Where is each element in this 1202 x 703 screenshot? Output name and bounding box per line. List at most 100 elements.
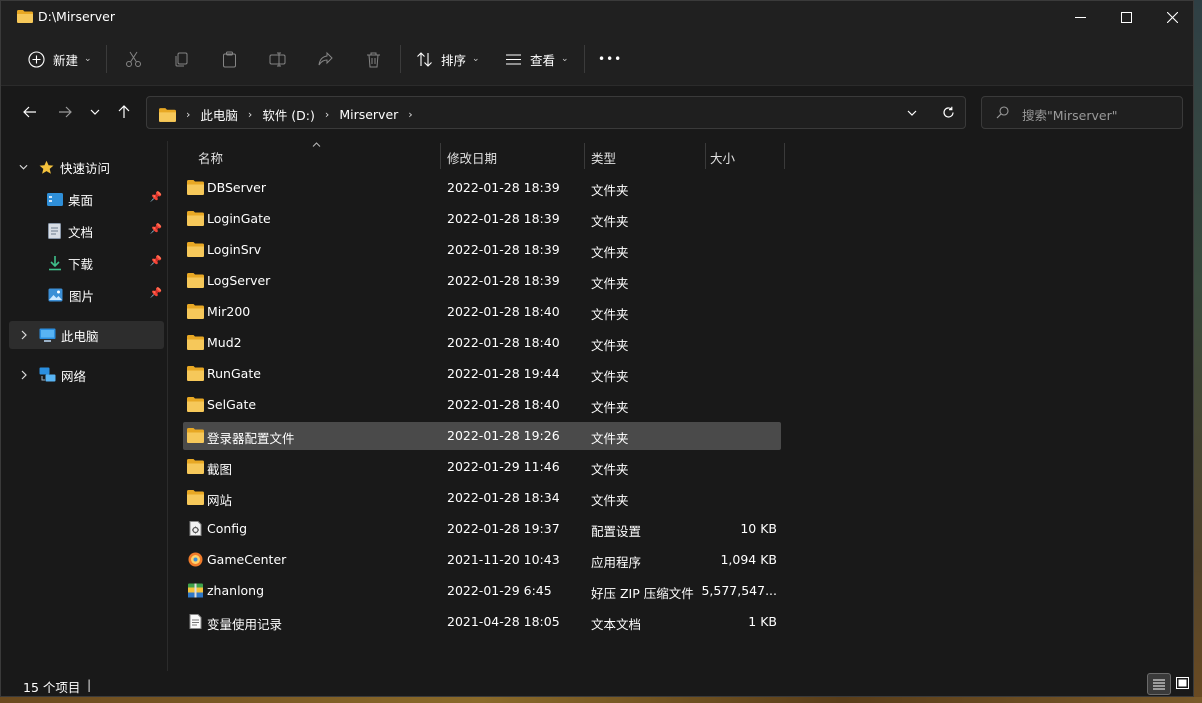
file-row[interactable]: 登录器配置文件 2022-01-28 19:26 文件夹 bbox=[183, 422, 781, 450]
file-name: 变量使用记录 bbox=[207, 617, 283, 632]
cut-button[interactable] bbox=[125, 43, 142, 75]
view-label: 查看 bbox=[530, 52, 556, 68]
details-view-button[interactable] bbox=[1147, 673, 1171, 695]
file-modified-date: 2021-04-28 18:05 bbox=[447, 614, 560, 629]
more-icon: ••• bbox=[598, 52, 623, 66]
file-row[interactable]: Config 2022-01-28 19:37 配置设置 10 KB bbox=[183, 515, 781, 543]
column-header-size[interactable]: 大小 bbox=[710, 148, 735, 176]
pin-icon[interactable]: 📌 bbox=[150, 256, 162, 267]
file-name: RunGate bbox=[207, 366, 261, 381]
recent-locations-button[interactable] bbox=[83, 100, 107, 124]
file-row[interactable]: 网站 2022-01-28 18:34 文件夹 bbox=[183, 484, 781, 512]
file-size: 5,577,547... bbox=[701, 583, 777, 598]
sort-ascending-icon bbox=[312, 142, 321, 147]
file-size: 10 KB bbox=[740, 521, 777, 536]
file-name: SelGate bbox=[207, 397, 257, 412]
copy-button[interactable] bbox=[173, 43, 190, 75]
divider bbox=[400, 45, 401, 73]
file-row[interactable]: DBServer 2022-01-28 18:39 文件夹 bbox=[183, 174, 781, 202]
sidebar-item-desktop[interactable]: 桌面 📌 bbox=[9, 185, 164, 213]
sidebar-label: 桌面 bbox=[68, 192, 94, 208]
file-row[interactable]: RunGate 2022-01-28 19:44 文件夹 bbox=[183, 360, 781, 388]
file-type: 文件夹 bbox=[591, 183, 629, 198]
column-header-modified[interactable]: 修改日期 bbox=[447, 148, 497, 176]
file-type: 文件夹 bbox=[591, 400, 629, 415]
sidebar-item-quick-access[interactable]: 快速访问 bbox=[9, 153, 164, 181]
rename-button[interactable] bbox=[269, 43, 286, 75]
vertical-scrollbar[interactable] bbox=[1182, 141, 1194, 669]
minimize-button[interactable] bbox=[1057, 1, 1103, 33]
file-name: GameCenter bbox=[207, 552, 287, 567]
file-row[interactable]: LogServer 2022-01-28 18:39 文件夹 bbox=[183, 267, 781, 295]
copy-icon bbox=[175, 52, 188, 66]
column-header-type[interactable]: 类型 bbox=[591, 148, 616, 176]
file-row[interactable]: 截图 2022-01-29 11:46 文件夹 bbox=[183, 453, 781, 481]
file-row[interactable]: 变量使用记录 2021-04-28 18:05 文本文档 1 KB bbox=[183, 608, 781, 636]
address-history-chevron-icon[interactable] bbox=[907, 110, 917, 116]
file-row[interactable]: LoginGate 2022-01-28 18:39 文件夹 bbox=[183, 205, 781, 233]
star-icon bbox=[39, 160, 54, 174]
file-modified-date: 2022-01-28 18:39 bbox=[447, 180, 560, 195]
computer-icon bbox=[39, 328, 56, 342]
maximize-button[interactable] bbox=[1103, 1, 1149, 33]
back-button[interactable] bbox=[18, 100, 42, 124]
column-header-name[interactable]: 名称 bbox=[198, 148, 223, 176]
maximize-icon bbox=[1120, 11, 1132, 23]
desktop-icon bbox=[47, 192, 63, 206]
file-modified-date: 2022-01-29 11:46 bbox=[447, 459, 560, 474]
address-bar[interactable]: › 此电脑 › 软件 (D:) › Mirserver › bbox=[146, 96, 966, 129]
file-row[interactable]: LoginSrv 2022-01-28 18:39 文件夹 bbox=[183, 236, 781, 264]
close-button[interactable] bbox=[1149, 1, 1195, 33]
file-type: 好压 ZIP 压缩文件 bbox=[591, 586, 694, 601]
forward-button[interactable] bbox=[53, 100, 77, 124]
file-row[interactable]: Mud2 2022-01-28 18:40 文件夹 bbox=[183, 329, 781, 357]
column-divider[interactable] bbox=[440, 143, 441, 169]
file-row[interactable]: GameCenter 2021-11-20 10:43 应用程序 1,094 KB bbox=[183, 546, 781, 574]
refresh-icon[interactable] bbox=[942, 106, 955, 119]
sidebar-label: 快速访问 bbox=[60, 160, 111, 176]
pane-splitter[interactable] bbox=[167, 141, 168, 671]
command-bar: 新建 ⌄ 排序 ⌄ 查看 ⌄ ••• bbox=[1, 33, 1193, 86]
sidebar-item-pictures[interactable]: 图片 📌 bbox=[9, 281, 164, 309]
text-file-icon bbox=[189, 614, 202, 629]
file-size: 1 KB bbox=[748, 614, 777, 629]
rename-icon bbox=[269, 52, 286, 66]
folder-icon bbox=[187, 459, 204, 474]
paste-button[interactable] bbox=[221, 43, 238, 75]
sidebar-item-documents[interactable]: 文档 📌 bbox=[9, 217, 164, 245]
pin-icon[interactable]: 📌 bbox=[150, 224, 162, 235]
up-button[interactable] bbox=[112, 100, 136, 124]
file-row[interactable]: SelGate 2022-01-28 18:40 文件夹 bbox=[183, 391, 781, 419]
sort-icon bbox=[417, 51, 432, 67]
breadcrumb-drive-d[interactable]: 软件 (D:) bbox=[262, 105, 315, 124]
breadcrumb-this-pc[interactable]: 此电脑 bbox=[200, 105, 238, 124]
tiles-view-button[interactable] bbox=[1171, 673, 1193, 693]
paste-icon bbox=[223, 51, 236, 67]
share-button[interactable] bbox=[317, 43, 334, 75]
pin-icon[interactable]: 📌 bbox=[150, 192, 162, 203]
new-button[interactable]: 新建 ⌄ bbox=[28, 43, 92, 75]
pictures-icon bbox=[48, 288, 63, 302]
scissors-icon bbox=[126, 51, 141, 67]
file-row[interactable]: Mir200 2022-01-28 18:40 文件夹 bbox=[183, 298, 781, 326]
file-modified-date: 2021-11-20 10:43 bbox=[447, 552, 560, 567]
column-divider[interactable] bbox=[705, 143, 706, 169]
new-label: 新建 bbox=[53, 52, 79, 68]
pin-icon[interactable]: 📌 bbox=[150, 288, 162, 299]
sidebar-label: 此电脑 bbox=[61, 328, 99, 344]
more-options-button[interactable]: ••• bbox=[598, 43, 622, 75]
sidebar-item-downloads[interactable]: 下载 📌 bbox=[9, 249, 164, 277]
column-divider[interactable] bbox=[784, 143, 785, 169]
file-name: 截图 bbox=[207, 462, 233, 477]
minimize-icon bbox=[1074, 16, 1086, 18]
file-row[interactable]: zhanlong 2022-01-29 6:45 好压 ZIP 压缩文件 5,577,… bbox=[183, 577, 781, 605]
view-button[interactable]: 查看 ⌄ bbox=[505, 43, 569, 75]
file-modified-date: 2022-01-28 18:39 bbox=[447, 242, 560, 257]
breadcrumb-mirserver[interactable]: Mirserver bbox=[339, 107, 398, 122]
sidebar-item-network[interactable]: 网络 bbox=[9, 361, 164, 389]
sort-button[interactable]: 排序 ⌄ bbox=[416, 43, 480, 75]
delete-button[interactable] bbox=[365, 43, 382, 75]
column-divider[interactable] bbox=[584, 143, 585, 169]
search-input[interactable]: 搜索"Mirserver" bbox=[981, 96, 1183, 129]
sidebar-item-this-pc[interactable]: 此电脑 bbox=[9, 321, 164, 349]
